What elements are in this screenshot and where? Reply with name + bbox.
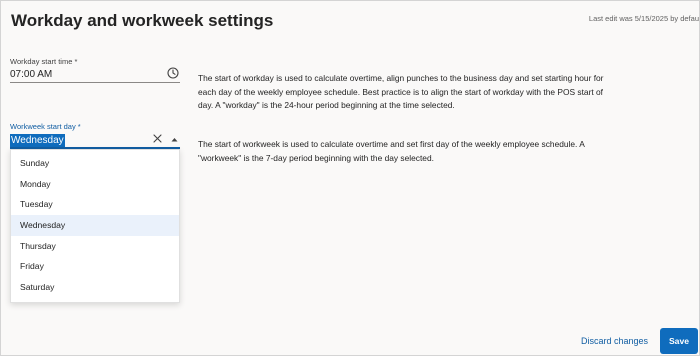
- workweek-start-label: Workweek start day *: [10, 122, 81, 131]
- workweek-dropdown-list: Sunday Monday Tuesday Wednesday Thursday…: [10, 149, 180, 303]
- discard-changes-button[interactable]: Discard changes: [581, 336, 648, 346]
- option-sunday[interactable]: Sunday: [11, 153, 179, 174]
- workweek-start-input[interactable]: Wednesday: [10, 134, 65, 147]
- option-tuesday[interactable]: Tuesday: [11, 194, 179, 215]
- chevron-up-icon[interactable]: [171, 137, 178, 142]
- last-edit-text: Last edit was 5/15/2025 by defau: [588, 14, 699, 23]
- option-monday[interactable]: Monday: [11, 174, 179, 195]
- workday-start-label: Workday start time *: [10, 57, 78, 66]
- option-friday[interactable]: Friday: [11, 256, 179, 277]
- workweek-description: The start of workweek is used to calcula…: [198, 139, 585, 163]
- option-saturday[interactable]: Saturday: [11, 277, 179, 298]
- settings-panel: Workday and workweek settings Last edit …: [0, 0, 700, 356]
- page-title: Workday and workweek settings: [11, 11, 274, 30]
- workday-start-underline: [10, 82, 180, 83]
- option-wednesday[interactable]: Wednesday: [11, 215, 179, 236]
- clock-icon[interactable]: [167, 67, 179, 79]
- clear-icon[interactable]: [153, 134, 162, 143]
- option-thursday[interactable]: Thursday: [11, 236, 179, 257]
- workday-description: The start of workday is used to calculat…: [198, 73, 604, 111]
- save-button[interactable]: Save: [660, 328, 698, 354]
- workday-start-input[interactable]: 07:00 AM: [10, 69, 52, 80]
